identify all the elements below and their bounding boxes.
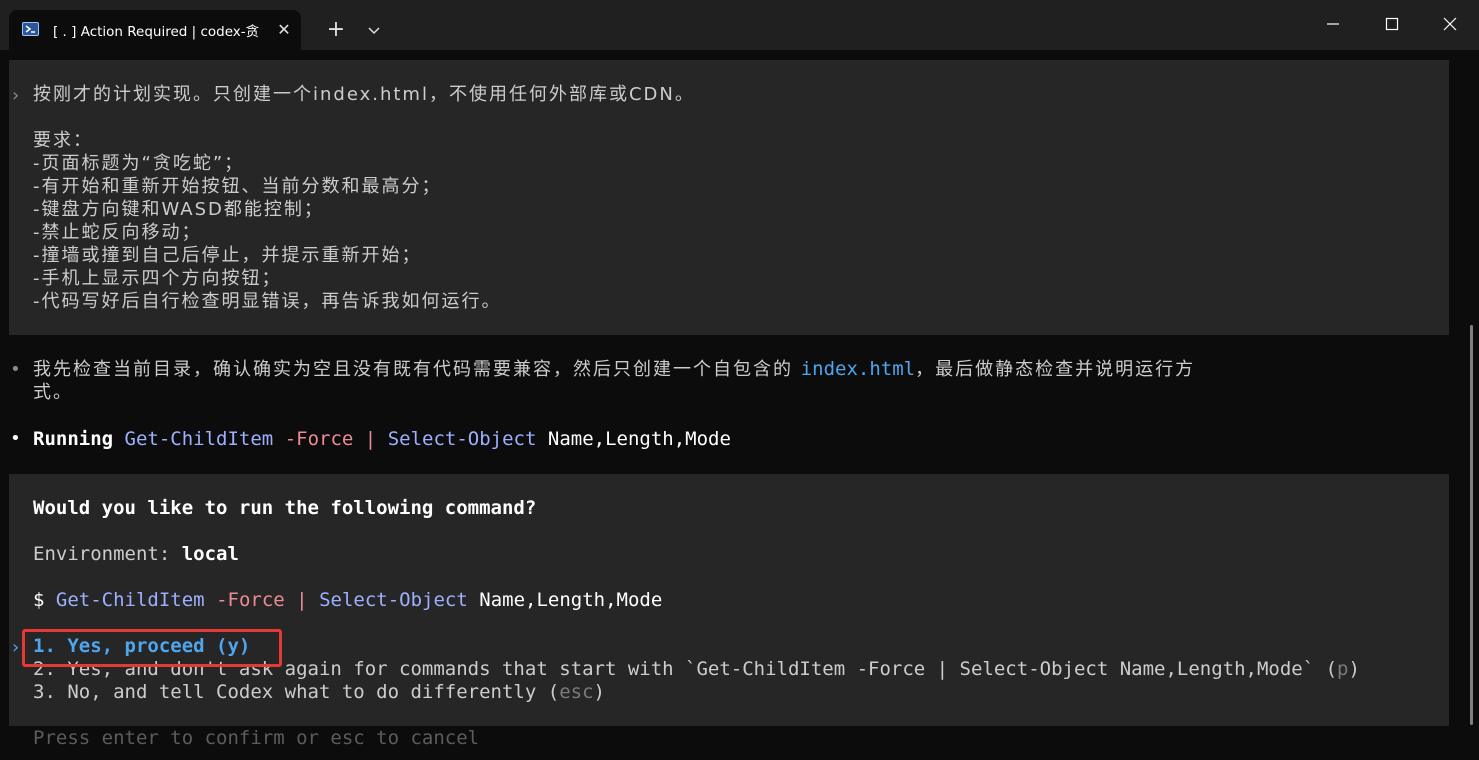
- new-tab-button[interactable]: +: [322, 18, 350, 42]
- requirement-item: -代码写好后自行检查明显错误，再告诉我如何运行。: [33, 291, 502, 312]
- requirements-title: 要求：: [33, 130, 93, 151]
- option-close: ): [593, 681, 605, 703]
- requirement-item: -页面标题为“贪吃蛇”；: [33, 153, 245, 174]
- option-close: ): [1348, 658, 1360, 680]
- minimize-icon: [1327, 23, 1339, 25]
- requirement-item: -键盘方向键和WASD都能控制；: [33, 199, 324, 220]
- footer-hint: Press enter to confirm or esc to cancel: [33, 727, 480, 749]
- running-label: Running: [33, 428, 114, 450]
- message-bullet: •: [10, 359, 21, 380]
- env-label: Environment:: [33, 543, 171, 565]
- option-key: esc: [559, 681, 594, 703]
- requirement-item: -手机上显示四个方向按钮；: [33, 268, 282, 289]
- command-line: $ Get-ChildItem -Force | Select-Object N…: [33, 589, 662, 612]
- cmd-flag: -Force: [216, 589, 285, 611]
- dollar-sign: $: [33, 589, 45, 611]
- running-line: Running Get-ChildItem -Force | Select-Ob…: [33, 428, 731, 451]
- tab-codex[interactable]: [ . ] Action Required | codex-贪 ✕: [9, 10, 301, 50]
- prompt-first-line: 按刚才的计划实现。只创建一个index.html，不使用任何外部库或CDN。: [33, 84, 695, 105]
- terminal-powershell-icon: [22, 22, 39, 36]
- env-value: local: [181, 543, 239, 565]
- option-key: p: [1337, 658, 1349, 680]
- assistant-message-text: ，最后做静态检查并说明运行方: [915, 359, 1196, 380]
- assistant-message-text: 我先检查当前目录，确认确实为空且没有既有代码需要兼容，然后只创建一个自包含的: [33, 359, 801, 380]
- cmd-pipe: |: [296, 589, 308, 611]
- cmd-name: Select-Object: [319, 589, 468, 611]
- scrollbar[interactable]: [1470, 325, 1473, 725]
- cmd-name: Get-ChildItem: [124, 428, 274, 450]
- selected-marker: ›: [10, 637, 21, 658]
- tab-close-icon[interactable]: ✕: [273, 19, 295, 41]
- requirement-item: -有开始和重新开始按钮、当前分数和最高分；: [33, 176, 442, 197]
- approval-question: Would you like to run the following comm…: [33, 497, 537, 519]
- maximize-button[interactable]: [1370, 6, 1416, 44]
- cmd-args: Name,Length,Mode: [479, 589, 663, 611]
- minimize-button[interactable]: [1311, 6, 1357, 44]
- selection-highlight-box: [22, 629, 282, 667]
- prompt-marker: ›: [10, 85, 21, 106]
- cmd-flag: -Force: [284, 428, 354, 450]
- file-name: index.html: [800, 358, 916, 380]
- option-no-tell-codex[interactable]: 3. No, and tell Codex what to do differe…: [33, 681, 605, 704]
- tab-dropdown-button[interactable]: [362, 18, 386, 42]
- maximize-icon: [1385, 17, 1399, 31]
- cmd-name: Get-ChildItem: [55, 589, 205, 611]
- title-bar: [ . ] Action Required | codex-贪 ✕ +: [0, 0, 1479, 50]
- cmd-pipe: |: [364, 428, 377, 450]
- close-icon: [1443, 17, 1457, 31]
- option-text: 3. No, and tell Codex what to do differe…: [33, 681, 560, 703]
- running-bullet: •: [10, 428, 21, 449]
- chevron-down-icon: [368, 27, 380, 35]
- assistant-message: 我先检查当前目录，确认确实为空且没有既有代码需要兼容，然后只创建一个自包含的 i…: [33, 358, 1195, 381]
- requirement-item: -撞墙或撞到自己后停止，并提示重新开始；: [33, 245, 422, 266]
- cmd-name: Select-Object: [387, 428, 537, 450]
- cmd-args: Name,Length,Mode: [547, 428, 731, 450]
- tab-title: [ . ] Action Required | codex-贪: [53, 24, 260, 40]
- environment-line: Environment: local: [33, 543, 239, 566]
- requirement-item: -禁止蛇反向移动；: [33, 222, 202, 243]
- assistant-message-continuation: 式。: [33, 382, 73, 403]
- close-window-button[interactable]: [1428, 6, 1474, 44]
